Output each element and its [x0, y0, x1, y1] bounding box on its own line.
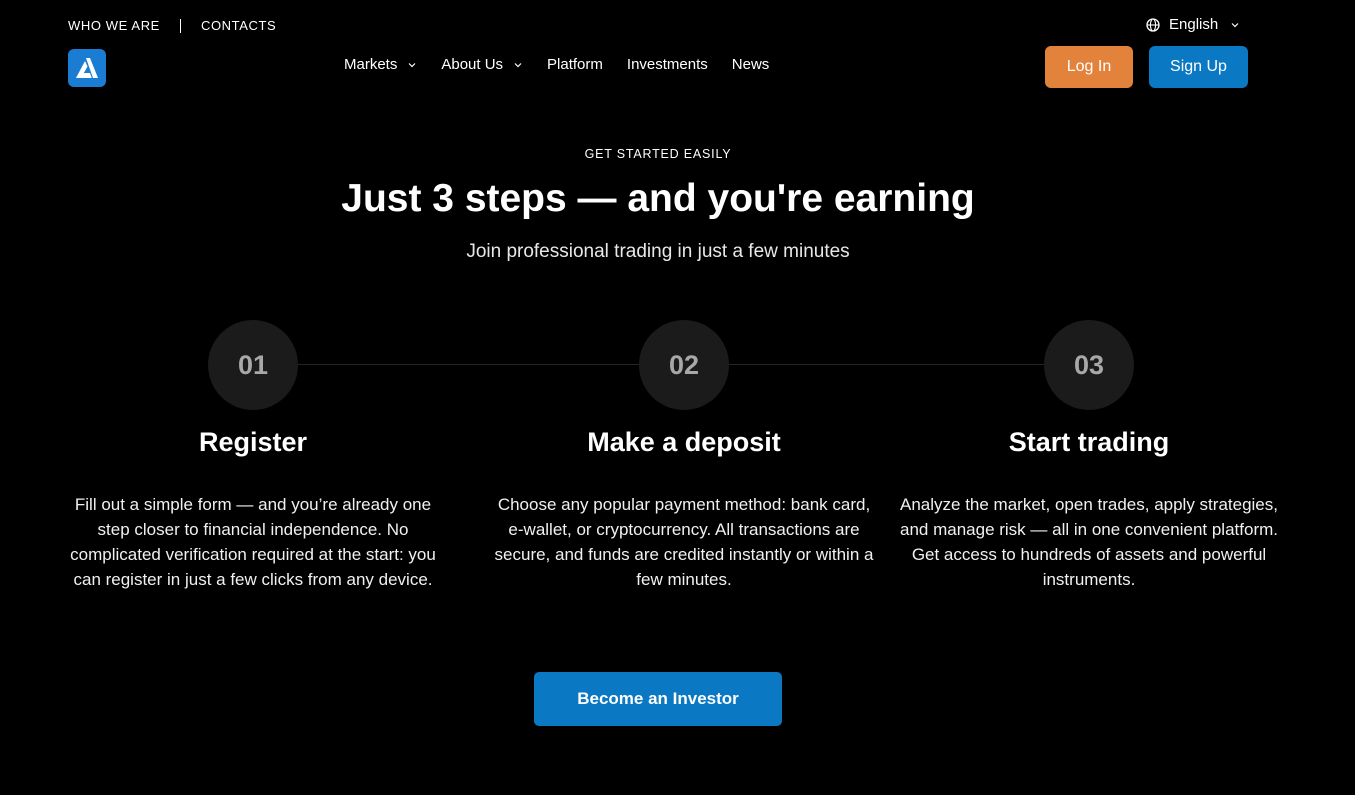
- step-title: Make a deposit: [587, 427, 781, 457]
- step-number-badge: 01: [208, 320, 298, 410]
- section-eyebrow: GET STARTED EASILY: [584, 147, 732, 161]
- step-connector: [729, 364, 1044, 365]
- nav-about-us-label: About Us: [441, 56, 504, 73]
- top-links: WHO WE ARE CONTACTS: [68, 18, 276, 33]
- top-links-divider: [179, 18, 181, 33]
- brand-logo[interactable]: [68, 49, 106, 87]
- step-connector: [298, 364, 639, 365]
- signup-button[interactable]: Sign Up: [1149, 46, 1248, 88]
- section-subtitle: Join professional trading in just a few …: [466, 241, 850, 262]
- nav-markets-label: Markets: [344, 56, 398, 73]
- page: WHO WE ARE CONTACTS English Markets Abou…: [0, 0, 1355, 795]
- step-number-badge: 02: [639, 320, 729, 410]
- language-label: English: [1169, 16, 1219, 33]
- nav-platform[interactable]: Platform: [547, 56, 603, 73]
- who-we-are-link[interactable]: WHO WE ARE: [68, 18, 160, 33]
- step-description: Choose any popular payment method: bank …: [494, 495, 874, 589]
- nav-news[interactable]: News: [732, 56, 770, 73]
- globe-icon: [1146, 17, 1160, 32]
- nav-about-us[interactable]: About Us: [441, 56, 523, 73]
- contacts-link[interactable]: CONTACTS: [201, 18, 276, 33]
- step-description: Fill out a simple form — and you’re alre…: [70, 495, 436, 589]
- step-title: Start trading: [1008, 427, 1170, 457]
- chevron-down-icon: [514, 62, 522, 67]
- section-title: Just 3 steps — and you're earning: [341, 177, 975, 220]
- language-selector[interactable]: English: [1146, 16, 1240, 33]
- step-title: Register: [198, 427, 308, 457]
- nav-investments[interactable]: Investments: [627, 56, 708, 73]
- nav-markets[interactable]: Markets: [344, 56, 417, 73]
- chevron-down-icon: [408, 62, 416, 67]
- chevron-down-icon: [1231, 22, 1239, 27]
- login-button[interactable]: Log In: [1045, 46, 1133, 88]
- main-nav: Markets About Us Platform Investments Ne…: [344, 56, 793, 73]
- brand-logo-icon: [76, 58, 98, 78]
- step-description: Analyze the market, open trades, apply s…: [900, 495, 1278, 589]
- become-investor-button[interactable]: Become an Investor: [534, 672, 782, 726]
- step-number-badge: 03: [1044, 320, 1134, 410]
